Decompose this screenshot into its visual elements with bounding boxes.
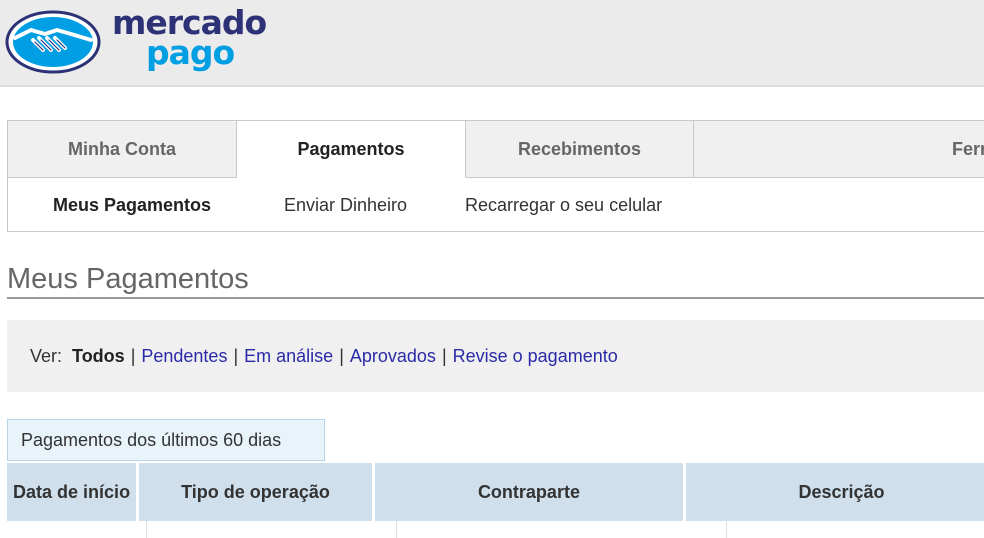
subnav-recarregar-celular[interactable]: Recarregar o seu celular	[465, 195, 662, 216]
sub-nav: Meus Pagamentos Enviar Dinheiro Recarreg…	[8, 178, 984, 232]
column-header-data-inicio[interactable]: Data de início	[7, 463, 140, 521]
table-cell	[7, 521, 147, 538]
filter-separator: |	[339, 345, 344, 366]
column-header-tipo-operacao[interactable]: Tipo de operação	[139, 463, 375, 521]
filter-separator: |	[130, 345, 136, 366]
filter-label: Ver:	[30, 345, 63, 366]
tab-label: Ferrame	[951, 138, 984, 159]
tab-ferramentas[interactable]: Ferrame	[694, 121, 984, 178]
tab-bar: Minha Conta Pagamentos Recebimentos Ferr…	[8, 121, 984, 178]
tab-label: Pagamentos	[297, 138, 405, 159]
filter-revise-pagamento[interactable]: Revise o pagamento	[453, 346, 618, 367]
filter-em-analise[interactable]: Em análise	[244, 346, 333, 367]
page-title: Meus Pagamentos	[7, 263, 249, 295]
brand-line2: pago	[146, 33, 235, 72]
filter-pendentes[interactable]: Pendentes	[141, 346, 227, 367]
title-divider	[7, 297, 984, 299]
status-filter-bar: Ver: Todos | Pendentes | Em análise | Ap…	[7, 320, 984, 392]
period-tab-label: Pagamentos dos últimos 60 dias	[21, 429, 282, 450]
tab-label: Minha Conta	[68, 138, 176, 159]
column-header-contraparte[interactable]: Contraparte	[375, 463, 687, 521]
tab-minha-conta[interactable]: Minha Conta	[8, 121, 237, 178]
handshake-icon[interactable]	[5, 10, 101, 74]
subnav-enviar-dinheiro[interactable]: Enviar Dinheiro	[284, 195, 407, 216]
brand-logo[interactable]: mercado pago	[112, 6, 267, 72]
column-header-descricao[interactable]: Descrição	[686, 463, 984, 521]
table-cell	[397, 521, 727, 538]
period-tab[interactable]: Pagamentos dos últimos 60 dias	[7, 419, 325, 461]
filter-separator: |	[441, 345, 447, 366]
filter-todos: Todos	[72, 345, 125, 366]
payments-table-header: Data de início Tipo de operação Contrapa…	[7, 463, 984, 521]
header: mercado pago	[0, 0, 984, 87]
tab-label: Recebimentos	[517, 138, 642, 159]
payments-table-body	[7, 521, 984, 538]
tab-pagamentos[interactable]: Pagamentos	[237, 121, 466, 178]
filter-aprovados[interactable]: Aprovados	[350, 346, 436, 367]
subnav-meus-pagamentos[interactable]: Meus Pagamentos	[53, 195, 211, 216]
filter-separator: |	[233, 345, 239, 366]
main-nav: Minha Conta Pagamentos Recebimentos Ferr…	[7, 120, 984, 232]
table-cell	[147, 521, 397, 538]
tab-recebimentos[interactable]: Recebimentos	[466, 121, 694, 178]
